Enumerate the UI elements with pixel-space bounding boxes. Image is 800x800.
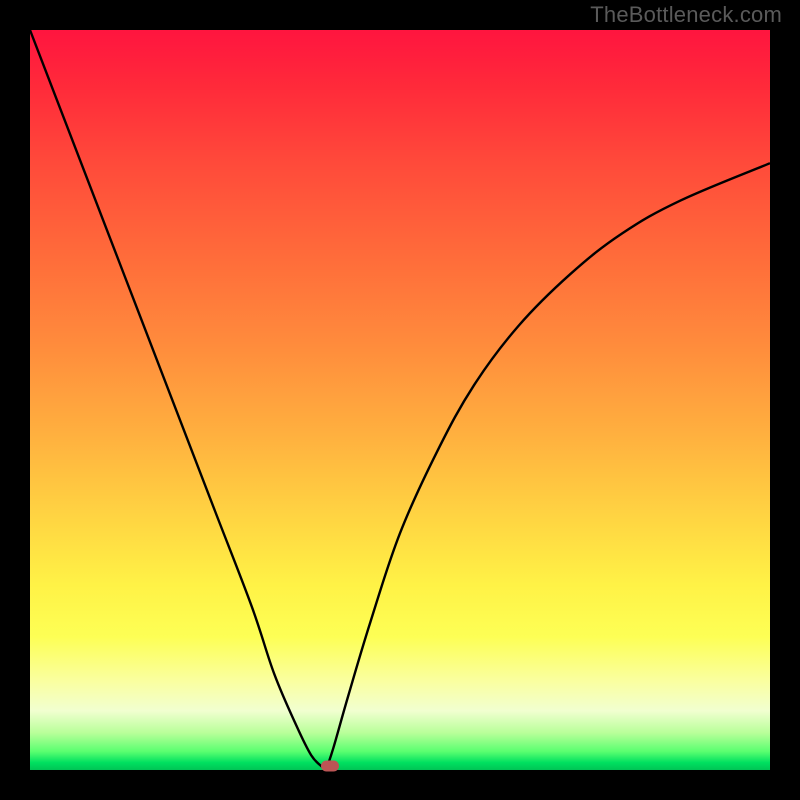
curve-left (30, 30, 326, 770)
curve-svg (30, 30, 770, 770)
minimum-marker (321, 760, 339, 771)
chart-frame: TheBottleneck.com (0, 0, 800, 800)
watermark-text: TheBottleneck.com (590, 2, 782, 28)
plot-area (30, 30, 770, 770)
curve-right (326, 163, 770, 770)
